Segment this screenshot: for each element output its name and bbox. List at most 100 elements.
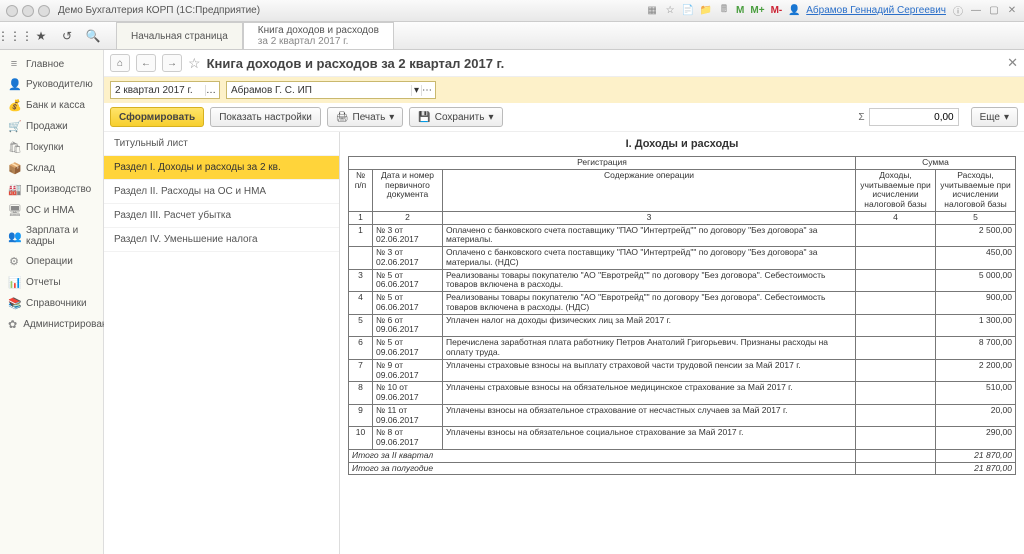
window-btn[interactable] bbox=[38, 5, 50, 17]
sidebar-item[interactable]: 📦 Склад bbox=[0, 158, 103, 179]
star-icon[interactable]: ☆ bbox=[664, 5, 676, 17]
info-icon[interactable]: ⓘ bbox=[952, 5, 964, 17]
table-row[interactable]: 6№ 5 от 09.06.2017Перечислена заработная… bbox=[349, 337, 1016, 360]
group-reg: Регистрация bbox=[349, 157, 856, 170]
nav-sidebar: ≡ Главное 👤Руководителю 💰 Банк и касса 🛒Прода… bbox=[0, 50, 104, 554]
back-icon[interactable]: ← bbox=[136, 54, 156, 72]
period-select[interactable]: 2 квартал 2017 г.… bbox=[110, 81, 220, 99]
sidebar-item[interactable]: 🖥 ОС и НМА bbox=[0, 200, 103, 221]
org-select[interactable]: Абрамов Г. С. ИП▾⋯ bbox=[226, 81, 436, 99]
doc-icon[interactable]: 📄 bbox=[682, 5, 694, 17]
print-button[interactable]: 🖨 Печать ▾ bbox=[327, 107, 404, 127]
sidebar-label: Руководителю bbox=[26, 79, 93, 90]
sidebar-icon: ≡ bbox=[8, 58, 20, 70]
table-row[interactable]: 9№ 11 от 09.06.2017Уплачены взносы на об… bbox=[349, 404, 1016, 427]
report-title: I. Доходы и расходы bbox=[348, 138, 1016, 150]
action-bar: Сформировать Показать настройки 🖨 Печать… bbox=[104, 103, 1024, 132]
sidebar-icon: 🛍 bbox=[8, 141, 20, 154]
sidebar-label: Зарплата и кадры bbox=[26, 225, 95, 247]
close-icon[interactable]: ✕ bbox=[1007, 55, 1018, 71]
minimize-icon[interactable]: — bbox=[970, 5, 982, 17]
group-sum: Сумма bbox=[856, 157, 1016, 170]
table-row[interactable]: 7№ 9 от 09.06.2017Уплачены страховые взн… bbox=[349, 359, 1016, 382]
filter-bar: 2 квартал 2017 г.… Абрамов Г. С. ИП▾⋯ bbox=[104, 77, 1024, 103]
tab-document[interactable]: Книга доходов и расходов за 2 квартал 20… bbox=[243, 22, 394, 49]
app-title: Демо Бухгалтерия КОРП (1С:Предприятие) bbox=[58, 5, 260, 16]
sidebar-label: ОС и НМА bbox=[26, 205, 74, 216]
save-button[interactable]: 💾 Сохранить ▾ bbox=[409, 107, 502, 127]
table-row[interactable]: № 3 от 02.06.2017Оплачено с банковского … bbox=[349, 247, 1016, 270]
window-btn[interactable] bbox=[6, 5, 18, 17]
table-row[interactable]: 1№ 3 от 02.06.2017Оплачено с банковского… bbox=[349, 224, 1016, 247]
apps-icon[interactable]: ⋮⋮⋮ bbox=[4, 25, 26, 47]
section-item[interactable]: Раздел I. Доходы и расходы за 2 кв. bbox=[104, 156, 339, 180]
sidebar-icon: 👥 bbox=[8, 230, 20, 243]
cal-icon[interactable]: ▦ bbox=[646, 5, 658, 17]
sidebar-item[interactable]: 🛒Продажи bbox=[0, 116, 103, 137]
window-btn[interactable] bbox=[22, 5, 34, 17]
folder-icon[interactable]: 📁 bbox=[700, 5, 712, 17]
sidebar-item[interactable]: 🏭Производство bbox=[0, 179, 103, 200]
sidebar-icon: ✿ bbox=[8, 318, 17, 331]
m-icon[interactable]: M bbox=[736, 5, 744, 16]
section-item[interactable]: Раздел III. Расчет убытка bbox=[104, 204, 339, 228]
close-icon[interactable]: ✕ bbox=[1006, 5, 1018, 17]
sidebar-label: Склад bbox=[26, 163, 55, 174]
maximize-icon[interactable]: ▢ bbox=[988, 5, 1000, 17]
sidebar-item[interactable]: 👤Руководителю bbox=[0, 74, 103, 95]
home-icon[interactable]: ⌂ bbox=[110, 54, 130, 72]
sum-field[interactable] bbox=[869, 108, 959, 126]
sidebar-item[interactable]: ⚙ Операции bbox=[0, 251, 103, 272]
star-btn[interactable]: ★ bbox=[30, 25, 52, 47]
table-row[interactable]: 4№ 5 от 06.06.2017Реализованы товары пок… bbox=[349, 292, 1016, 315]
sum-label: Σ bbox=[858, 112, 864, 123]
settings-button[interactable]: Показать настройки bbox=[210, 107, 321, 127]
sidebar-item[interactable]: ≡ Главное bbox=[0, 54, 103, 74]
section-item[interactable]: Раздел II. Расходы на ОС и НМА bbox=[104, 180, 339, 204]
sidebar-icon: 🛒 bbox=[8, 120, 20, 133]
sidebar-item[interactable]: 🛍 Покупки bbox=[0, 137, 103, 158]
m-minus-icon[interactable]: M- bbox=[771, 5, 783, 16]
report-area: I. Доходы и расходы Регистрация Сумма № … bbox=[340, 132, 1024, 554]
section-item[interactable]: Титульный лист bbox=[104, 132, 339, 156]
sidebar-icon: 🏭 bbox=[8, 183, 20, 196]
table-row[interactable]: 10№ 8 от 09.06.2017Уплачены взносы на об… bbox=[349, 427, 1016, 450]
fav-icon[interactable]: ☆ bbox=[188, 55, 201, 72]
report-table: Регистрация Сумма № п/п Дата и номер пер… bbox=[348, 156, 1016, 475]
sidebar-label: Банк и касса bbox=[26, 100, 85, 111]
sidebar-item[interactable]: 📊 Отчеты bbox=[0, 272, 103, 293]
page-title: Книга доходов и расходов за 2 квартал 20… bbox=[207, 56, 505, 71]
main-toolbar: ⋮⋮⋮ ★ ↺ 🔍 Начальная страница Книга доход… bbox=[0, 22, 1024, 50]
search-btn[interactable]: 🔍 bbox=[82, 25, 104, 47]
sidebar-icon: 💰 bbox=[8, 99, 20, 112]
m-plus-icon[interactable]: M+ bbox=[750, 5, 764, 16]
sidebar-item[interactable]: 📚Справочники bbox=[0, 293, 103, 314]
table-row[interactable]: 8№ 10 от 09.06.2017Уплачены страховые вз… bbox=[349, 382, 1016, 405]
table-row[interactable]: 3№ 5 от 06.06.2017Реализованы товары пок… bbox=[349, 269, 1016, 292]
titlebar: Демо Бухгалтерия КОРП (1С:Предприятие) ▦… bbox=[0, 0, 1024, 22]
sections-list: Титульный листРаздел I. Доходы и расходы… bbox=[104, 132, 340, 554]
forward-icon[interactable]: → bbox=[162, 54, 182, 72]
tab-home[interactable]: Начальная страница bbox=[116, 22, 243, 49]
sidebar-icon: 📦 bbox=[8, 162, 20, 175]
section-item[interactable]: Раздел IV. Уменьшение налога bbox=[104, 228, 339, 252]
more-button[interactable]: Еще ▾ bbox=[971, 107, 1018, 127]
history-btn[interactable]: ↺ bbox=[56, 25, 78, 47]
sidebar-icon: 🖥 bbox=[8, 204, 20, 217]
sidebar-icon: ⚙ bbox=[8, 255, 20, 268]
sidebar-item[interactable]: ✿Администрирование bbox=[0, 314, 103, 335]
sidebar-label: Главное bbox=[26, 59, 64, 70]
page-header: ⌂ ← → ☆ Книга доходов и расходов за 2 кв… bbox=[104, 50, 1024, 77]
sidebar-label: Отчеты bbox=[26, 277, 61, 288]
user-icon: 👤 bbox=[788, 5, 800, 17]
sidebar-item[interactable]: 👥 Зарплата и кадры bbox=[0, 221, 103, 251]
sidebar-icon: 📊 bbox=[8, 276, 20, 289]
table-row[interactable]: 5№ 6 от 09.06.2017Уплачен налог на доход… bbox=[349, 314, 1016, 337]
user-name[interactable]: Абрамов Геннадий Сергеевич bbox=[806, 5, 946, 16]
form-button[interactable]: Сформировать bbox=[110, 107, 204, 127]
sidebar-label: Покупки bbox=[26, 142, 64, 153]
sidebar-label: Справочники bbox=[26, 298, 87, 309]
sidebar-label: Операции bbox=[26, 256, 73, 267]
sidebar-item[interactable]: 💰 Банк и касса bbox=[0, 95, 103, 116]
calc-icon[interactable]: 🖩 bbox=[718, 5, 730, 17]
